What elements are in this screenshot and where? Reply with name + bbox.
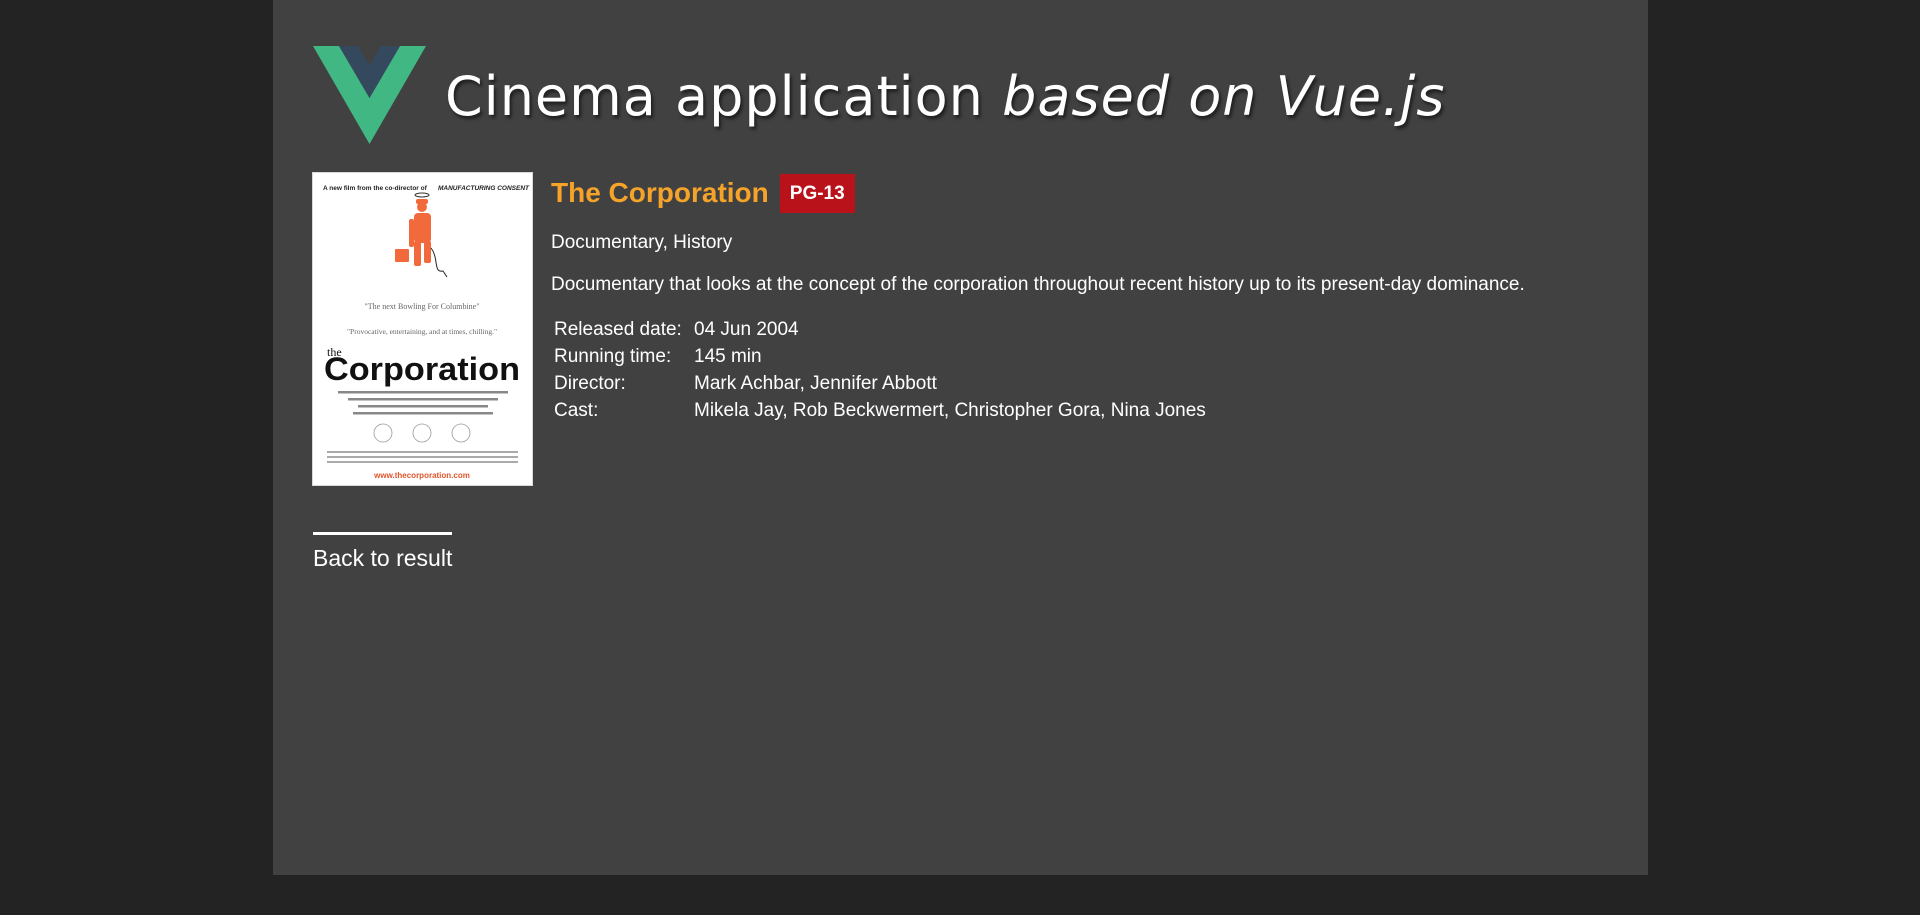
movie-poster: A new film from the co-director of MANUF… <box>313 173 532 485</box>
running-time-label: Running time: <box>554 346 672 367</box>
movie-info-table: Released date: 04 Jun 2004 Running time:… <box>554 318 1212 426</box>
poster-url: www.thecorporation.com <box>373 471 470 480</box>
info-row-director: Director: Mark Achbar, Jennifer Abbott <box>554 372 1212 399</box>
released-value: 04 Jun 2004 <box>694 319 799 340</box>
app-panel: Cinema application based on Vue.js A new… <box>273 0 1648 875</box>
poster-quote-1: "The next Bowling For Columbine" <box>365 302 480 311</box>
info-row-running-time: Running time: 145 min <box>554 345 1212 372</box>
running-time-value: 145 min <box>694 346 762 367</box>
poster-title-big: Corporation <box>324 351 520 387</box>
rating-badge: PG-13 <box>779 173 855 213</box>
title-row: The Corporation PG-13 <box>551 172 1621 214</box>
movie-description: Documentary that looks at the concept of… <box>551 274 1525 295</box>
movie-title: The Corporation <box>551 177 769 208</box>
app-title: Cinema application based on Vue.js <box>445 65 1445 128</box>
poster-quote-2: "Provocative, entertaining, and at times… <box>347 327 497 336</box>
director-value: Mark Achbar, Jennifer Abbott <box>694 373 937 394</box>
info-row-released: Released date: 04 Jun 2004 <box>554 318 1212 345</box>
header: Cinema application based on Vue.js <box>313 46 1445 146</box>
app-title-main: Cinema application <box>445 64 984 128</box>
cast-label: Cast: <box>554 400 599 421</box>
poster-artwork: A new film from the co-director of MANUF… <box>313 173 532 485</box>
director-label: Director: <box>554 373 626 394</box>
movie-details: The Corporation PG-13 Documentary, Histo… <box>551 172 1621 426</box>
back-to-result-link[interactable]: Back to result <box>313 532 453 572</box>
movie-genres: Documentary, History <box>551 232 733 253</box>
info-row-cast: Cast: Mikela Jay, Rob Beckwermert, Chris… <box>554 399 1212 426</box>
app-title-emphasis: based on Vue.js <box>1002 64 1446 128</box>
poster-top-right-text: MANUFACTURING CONSENT <box>438 185 530 192</box>
vue-logo-icon <box>313 46 426 144</box>
cast-value: Mikela Jay, Rob Beckwermert, Christopher… <box>694 400 1206 421</box>
poster-top-left-text: A new film from the co-director of <box>323 185 428 192</box>
released-label: Released date: <box>554 319 682 340</box>
